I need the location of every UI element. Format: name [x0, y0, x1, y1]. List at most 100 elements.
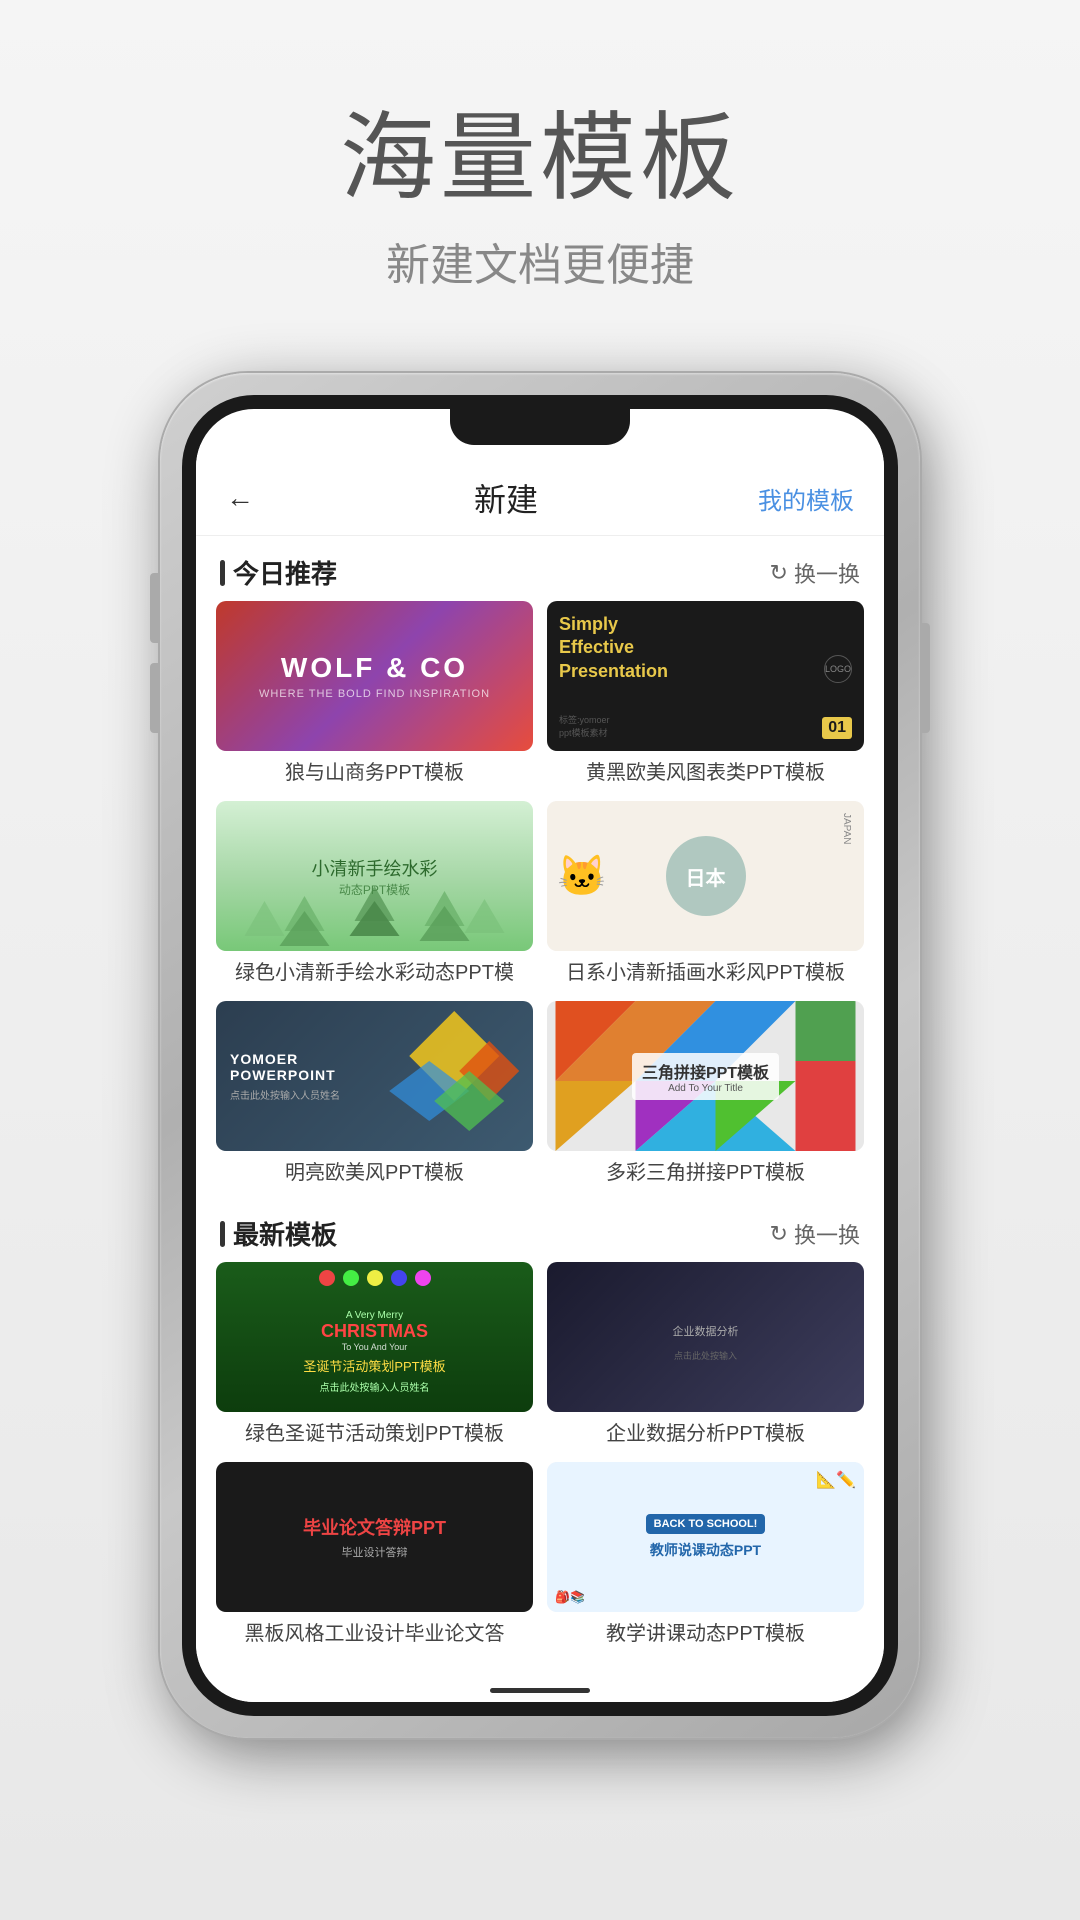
triangle-label: 多彩三角拼接PPT模板	[547, 1159, 864, 1187]
thesis-label: 黑板风格工业设计毕业论文答	[216, 1620, 533, 1648]
simply-title-text: SimplyEffectivePresentation	[559, 613, 668, 683]
christmas-label: 绿色圣诞节活动策划PPT模板	[216, 1420, 533, 1448]
latest-refresh-label: 换一换	[794, 1218, 860, 1250]
page-subtitle: 新建文档更便捷	[340, 229, 740, 293]
xmas-desc: 点击此处按输入人员姓名	[303, 1379, 445, 1394]
simply-bottom: 标签:yomoer ppt模板素材 01	[559, 713, 852, 739]
template-thumb-teacher: BACK TO SCHOOL! 教师说课动态PPT 📐✏️ 🎒📚	[547, 1462, 864, 1612]
template-thumb-triangle: 三角拼接PPT模板 Add To Your Title	[547, 1001, 864, 1151]
business-meta: 点击此处按输入	[674, 1349, 737, 1362]
teacher-preview: BACK TO SCHOOL! 教师说课动态PPT 📐✏️ 🎒📚	[547, 1462, 864, 1612]
business-bg-text: 企业数据分析	[663, 1313, 749, 1349]
japan-roman-label: JAPAN	[841, 813, 852, 845]
my-templates-button[interactable]: 我的模板	[758, 481, 854, 516]
xmas-ball-green	[343, 1270, 359, 1286]
simply-type-label: ppt模板素材	[559, 726, 610, 739]
template-thumb-thesis: 毕业论文答辩PPT 毕业设计答辩	[216, 1462, 533, 1612]
template-item-wolf[interactable]: WOLF & CO WHERE THE BOLD FIND INSPIRATIO…	[216, 601, 533, 787]
template-item-simply[interactable]: SimplyEffectivePresentation LOGO 标签:yomo…	[547, 601, 864, 787]
app-content: ← 新建 我的模板 今日推荐 ↻ 换一换	[196, 457, 884, 1678]
teacher-main-title: 教师说课动态PPT	[650, 1540, 761, 1560]
xmas-very-merry: A Very Merry	[303, 1310, 445, 1321]
latest-refresh-icon: ↻	[770, 1221, 788, 1247]
simply-label: 黄黑欧美风图表类PPT模板	[547, 759, 864, 787]
japan-circle: 日本	[666, 836, 746, 916]
template-thumb-simply: SimplyEffectivePresentation LOGO 标签:yomo…	[547, 601, 864, 751]
water-preview: 小清新手绘水彩 动态PPT模板	[216, 801, 533, 951]
yomoer-diamonds	[375, 1001, 534, 1151]
phone-notch	[450, 409, 630, 445]
bottom-spacer	[196, 1658, 884, 1678]
triangle-preview: 三角拼接PPT模板 Add To Your Title	[547, 1001, 864, 1151]
latest-refresh-button[interactable]: ↻ 换一换	[770, 1218, 860, 1250]
template-item-watercolor[interactable]: 小清新手绘水彩 动态PPT模板	[216, 801, 533, 987]
latest-section-header: 最新模板 ↻ 换一换	[196, 1197, 884, 1262]
yomoer-preview: YOMOERPOWERPOINT 点击此处按输入人员姓名	[216, 1001, 533, 1151]
japan-cat-icon: 🐱	[557, 853, 607, 900]
phone-outer: ← 新建 我的模板 今日推荐 ↻ 换一换	[160, 373, 920, 1738]
today-refresh-label: 换一换	[794, 557, 860, 589]
back-to-school-badge: BACK TO SCHOOL!	[646, 1514, 766, 1534]
japan-preview: 日本 JAPAN 🐱	[547, 801, 864, 951]
phone-inner: ← 新建 我的模板 今日推荐 ↻ 换一换	[182, 395, 898, 1716]
yomoer-text-block: YOMOERPOWERPOINT 点击此处按输入人员姓名	[230, 1051, 340, 1102]
thesis-main-title: 毕业论文答辩PPT	[303, 1514, 446, 1540]
template-thumb-business: 企业数据分析 点击此处按输入	[547, 1262, 864, 1412]
template-item-japan[interactable]: 日本 JAPAN 🐱 日系小清新插画水彩风PPT模板	[547, 801, 864, 987]
nav-title: 新建	[474, 475, 538, 521]
thesis-subtitle: 毕业设计答辩	[342, 1544, 408, 1560]
volume-down-button	[150, 663, 158, 733]
page-header: 海量模板 新建文档更便捷	[340, 0, 740, 293]
xmas-ball-purple	[415, 1270, 431, 1286]
yomoer-label: 明亮欧美风PPT模板	[216, 1159, 533, 1187]
template-item-business[interactable]: 企业数据分析 点击此处按输入 企业数据分析PPT模板	[547, 1262, 864, 1448]
triangle-title: 三角拼接PPT模板	[642, 1059, 769, 1083]
triangle-subtitle: Add To Your Title	[642, 1083, 769, 1094]
water-title-text: 小清新手绘水彩	[312, 855, 438, 881]
business-label: 企业数据分析PPT模板	[547, 1420, 864, 1448]
template-item-christmas[interactable]: A Very Merry CHRISTMAS To You And Your 圣…	[216, 1262, 533, 1448]
xmas-main-title: CHRISTMAS	[303, 1321, 445, 1342]
template-item-thesis[interactable]: 毕业论文答辩PPT 毕业设计答辩 黑板风格工业设计毕业论文答	[216, 1462, 533, 1648]
teacher-decoration-icons: 📐✏️	[816, 1470, 856, 1490]
yomoer-brand: YOMOERPOWERPOINT	[230, 1051, 340, 1083]
xmas-subtitle: 圣诞节活动策划PPT模板	[303, 1356, 445, 1375]
power-button	[922, 623, 930, 733]
latest-section-title: 最新模板	[220, 1215, 337, 1252]
template-thumb-japan: 日本 JAPAN 🐱	[547, 801, 864, 951]
template-thumb-wolf: WOLF & CO WHERE THE BOLD FIND INSPIRATIO…	[216, 601, 533, 751]
simply-page-num: 01	[822, 717, 852, 739]
phone-mockup: ← 新建 我的模板 今日推荐 ↻ 换一换	[160, 373, 920, 1738]
water-subtitle-text: 动态PPT模板	[339, 881, 410, 898]
teacher-label: 教学讲课动态PPT模板	[547, 1620, 864, 1648]
japan-kanji: 日本	[686, 862, 726, 891]
today-section-header: 今日推荐 ↻ 换一换	[196, 536, 884, 601]
template-item-yomoer[interactable]: YOMOERPOWERPOINT 点击此处按输入人员姓名	[216, 1001, 533, 1187]
page-title: 海量模板	[340, 80, 740, 219]
template-item-triangle[interactable]: 三角拼接PPT模板 Add To Your Title 多彩三角拼接PPT模板	[547, 1001, 864, 1187]
simply-preview: SimplyEffectivePresentation LOGO 标签:yomo…	[547, 601, 864, 751]
latest-template-grid: A Very Merry CHRISTMAS To You And Your 圣…	[196, 1262, 884, 1658]
xmas-ball-blue	[391, 1270, 407, 1286]
xmas-ball-yellow	[367, 1270, 383, 1286]
today-template-grid: WOLF & CO WHERE THE BOLD FIND INSPIRATIO…	[196, 601, 884, 1197]
template-item-teacher[interactable]: BACK TO SCHOOL! 教师说课动态PPT 📐✏️ 🎒📚 教学讲课动态P…	[547, 1462, 864, 1648]
volume-up-button	[150, 573, 158, 643]
today-refresh-button[interactable]: ↻ 换一换	[770, 557, 860, 589]
today-section-title: 今日推荐	[220, 554, 337, 591]
phone-screen: ← 新建 我的模板 今日推荐 ↻ 换一换	[196, 409, 884, 1702]
xmas-ball-red	[319, 1270, 335, 1286]
app-navbar: ← 新建 我的模板	[196, 457, 884, 536]
simply-logo: LOGO	[824, 655, 852, 683]
teacher-bottom-icons: 🎒📚	[555, 1590, 585, 1604]
yomoer-subtitle: 点击此处按输入人员姓名	[230, 1087, 340, 1102]
template-thumb-yomoer: YOMOERPOWERPOINT 点击此处按输入人员姓名	[216, 1001, 533, 1151]
back-button[interactable]: ←	[226, 482, 254, 514]
business-preview: 企业数据分析 点击此处按输入	[547, 1262, 864, 1412]
xmas-decorations	[319, 1270, 431, 1286]
template-thumb-watercolor: 小清新手绘水彩 动态PPT模板	[216, 801, 533, 951]
xmas-tagline: To You And Your	[303, 1342, 445, 1352]
wolf-title: WOLF & CO	[259, 652, 490, 684]
bottom-home-indicator	[196, 1678, 884, 1702]
wolf-label: 狼与山商务PPT模板	[216, 759, 533, 787]
